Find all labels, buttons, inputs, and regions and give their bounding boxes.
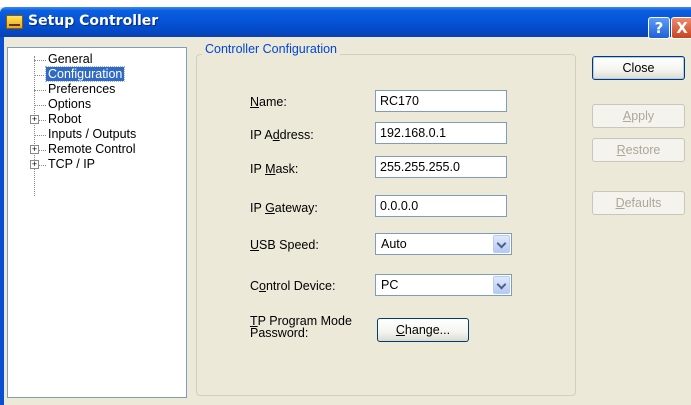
usb-speed-value: Auto — [381, 237, 407, 251]
tree-connector — [34, 90, 46, 91]
tree-item-label: Preferences — [48, 82, 116, 96]
control-device-label: Control Device: — [250, 279, 336, 293]
tree-item-configuration[interactable]: Configuration — [44, 66, 126, 82]
chevron-down-icon[interactable] — [493, 235, 510, 253]
tree-item-inputs-outputs[interactable]: Inputs / Outputs — [48, 127, 136, 142]
group-legend: Controller Configuration — [202, 42, 341, 56]
close-button[interactable]: Close — [592, 56, 685, 80]
tp-password-label: TP Program Mode Password: — [250, 314, 352, 340]
expand-tcp-ip-icon[interactable]: + — [30, 160, 39, 169]
tree-item-robot[interactable]: Robot — [48, 112, 81, 127]
tree-item-label: Remote Control — [48, 142, 136, 156]
usb-speed-select[interactable]: Auto — [375, 233, 512, 255]
ip-address-label: IP Address: — [250, 128, 314, 142]
tree-item-tcp-ip[interactable]: TCP / IP — [48, 157, 95, 172]
close-window-button[interactable]: X — [671, 17, 691, 39]
tree-connector — [39, 150, 46, 151]
ip-gateway-field[interactable]: 0.0.0.0 — [375, 195, 507, 217]
tree-connector — [34, 60, 46, 61]
tree-item-general[interactable]: General — [48, 52, 92, 67]
change-password-button[interactable]: Change... — [377, 318, 469, 342]
name-label: Name: — [250, 95, 287, 109]
setup-controller-window: Setup Controller ? X General Configurati… — [0, 0, 691, 405]
tree-item-remote-control[interactable]: Remote Control — [48, 142, 136, 157]
control-device-value: PC — [381, 278, 399, 292]
restore-button[interactable]: Restore — [592, 138, 685, 162]
tree-connector — [39, 120, 46, 121]
tree-item-label: Configuration — [44, 66, 126, 82]
ip-address-field[interactable]: 192.168.0.1 — [375, 122, 507, 144]
tree-item-label: Options — [48, 97, 92, 111]
tree-item-label: General — [48, 52, 93, 66]
title-bar[interactable]: Setup Controller ? X — [0, 7, 691, 39]
apply-button[interactable]: Apply — [592, 104, 685, 128]
usb-speed-label: USB Speed: — [250, 238, 319, 252]
app-icon — [6, 15, 23, 29]
close-icon: X — [676, 19, 688, 37]
expand-remote-control-icon[interactable]: + — [30, 145, 39, 154]
tree-connector — [34, 75, 46, 76]
tree-connector — [39, 165, 46, 166]
window-title: Setup Controller — [28, 13, 159, 29]
tree-item-label: TCP / IP — [48, 157, 96, 171]
tree-connector — [34, 105, 46, 106]
settings-tree[interactable]: General Configuration Preferences Option… — [7, 47, 187, 398]
window-left-border — [0, 37, 4, 405]
name-field[interactable]: RC170 — [375, 90, 507, 112]
tree-item-label: Inputs / Outputs — [48, 127, 137, 141]
ip-mask-field[interactable]: 255.255.255.0 — [375, 156, 507, 178]
defaults-button[interactable]: Defaults — [592, 191, 685, 215]
help-icon: ? — [654, 19, 664, 37]
chevron-down-icon[interactable] — [493, 276, 510, 294]
tree-connector — [34, 135, 46, 136]
ip-mask-label: IP Mask: — [250, 162, 299, 176]
tree-guide-line — [34, 56, 35, 196]
tree-item-label: Robot — [48, 112, 82, 126]
ip-gateway-label: IP Gateway: — [250, 201, 318, 215]
help-button[interactable]: ? — [648, 17, 670, 39]
control-device-select[interactable]: PC — [375, 274, 512, 296]
expand-robot-icon[interactable]: + — [30, 115, 39, 124]
tree-item-options[interactable]: Options — [48, 97, 91, 112]
top-strip — [0, 0, 691, 7]
tree-item-preferences[interactable]: Preferences — [48, 82, 115, 97]
